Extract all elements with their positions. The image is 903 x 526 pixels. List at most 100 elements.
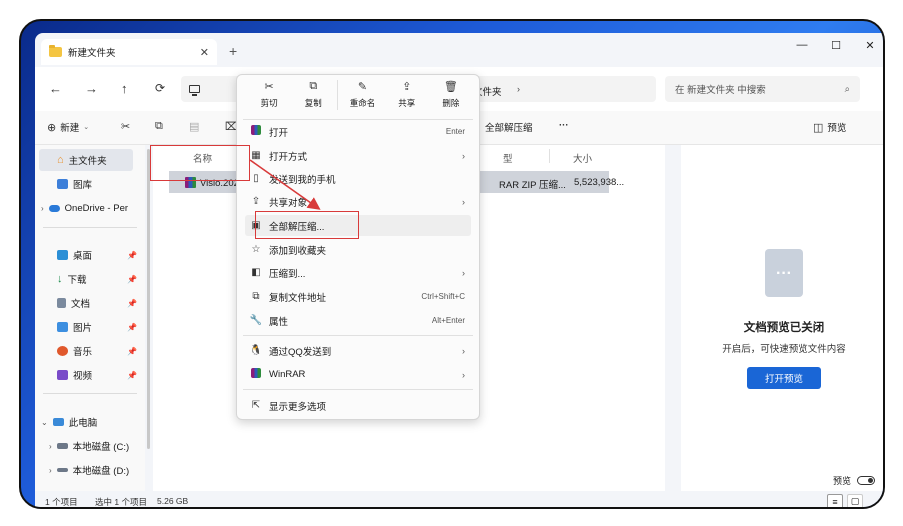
drive-icon [56, 468, 68, 472]
document-icon [57, 298, 66, 308]
expand-chevron-icon[interactable]: › [49, 466, 52, 475]
menu-item-open-with[interactable]: ▦ 打开方式 › [245, 145, 471, 166]
chevron-down-icon: ⌄ [83, 124, 90, 131]
submenu-arrow-icon: › [462, 150, 465, 161]
preview-pane-button[interactable]: ◫ 预览 [813, 120, 846, 135]
new-tab-button[interactable]: + [229, 43, 237, 59]
tab-new-folder[interactable]: 新建文件夹 ✕ [41, 39, 217, 65]
download-icon: ↓ [57, 273, 63, 285]
compress-icon: ◧ [251, 267, 261, 278]
highlight-box-file [150, 145, 250, 181]
drive-icon [56, 443, 68, 449]
expand-chevron-icon[interactable]: › [41, 204, 44, 213]
minimize-button[interactable]: — [785, 33, 819, 57]
delete-action[interactable]: 🗑 删除 [429, 80, 473, 115]
title-bar: 新建文件夹 ✕ + — ☐ ✕ [35, 33, 883, 67]
sidebar-item-desktop[interactable]: 桌面 📌 [35, 244, 145, 266]
preview-toggle[interactable]: 预览 [833, 474, 875, 487]
menu-item-copy-path[interactable]: ⧉ 复制文件地址 Ctrl+Shift+C [245, 286, 471, 307]
music-icon [57, 346, 68, 356]
pin-icon: 📌 [127, 322, 137, 332]
submenu-arrow-icon: › [462, 267, 465, 278]
column-header-size[interactable]: 大小 [573, 151, 592, 165]
cloud-icon [48, 204, 60, 212]
menu-item-winrar[interactable]: WinRAR › [245, 364, 471, 385]
search-icon: ⌕ [844, 83, 850, 95]
column-header-type[interactable]: 型 [503, 151, 513, 165]
gallery-icon [57, 179, 68, 189]
preview-description: 开启后，可快速预览文件内容 [722, 344, 846, 355]
maximize-button[interactable]: ☐ [819, 33, 853, 57]
copy-path-icon: ⧉ [252, 291, 260, 302]
pin-icon: 📌 [127, 370, 137, 380]
menu-item-share[interactable]: ⇪ 共享对象 › [245, 191, 471, 212]
menu-item-send-qq[interactable]: 🐧 通过QQ发送到 › [245, 340, 471, 361]
sidebar-item-documents[interactable]: 文档 📌 [35, 292, 145, 314]
open-with-icon: ▦ [251, 150, 261, 161]
sidebar-item-home[interactable]: ⌂ 主文件夹 [39, 149, 133, 171]
copy-toolbar-icon[interactable]: ⧉ [155, 120, 163, 133]
menu-item-send-to-phone[interactable]: ▯ 发送到我的手机 [245, 168, 471, 189]
submenu-arrow-icon: › [462, 369, 465, 380]
paste-toolbar-icon[interactable]: ▤ [189, 120, 199, 133]
external-link-icon: ⇱ [251, 400, 261, 411]
status-bar: 1 个项目 选中 1 个项目 5.26 GB ≡ ▢ [35, 491, 883, 507]
extract-all-toolbar-button[interactable]: 全部解压缩 [485, 120, 533, 134]
sidebar-item-music[interactable]: 音乐 📌 [35, 340, 145, 362]
tab-close-icon[interactable]: ✕ [200, 46, 209, 59]
rename-action[interactable]: ✎ 重命名 [340, 80, 384, 115]
menu-item-properties[interactable]: 🔧 属性 Alt+Enter [245, 310, 471, 331]
menu-item-compress[interactable]: ◧ 压缩到... › [245, 262, 471, 283]
new-button[interactable]: ⊕ 新建 ⌄ [47, 120, 90, 135]
submenu-arrow-icon: › [462, 196, 465, 207]
sidebar-scrollbar[interactable] [147, 149, 150, 449]
sidebar-item-onedrive[interactable]: › OneDrive - Per [35, 197, 145, 219]
menu-item-more-options[interactable]: ⇱ 显示更多选项 [245, 395, 471, 416]
window-controls: — ☐ ✕ [785, 33, 883, 57]
share-action[interactable]: ⇪ 共享 [385, 80, 429, 115]
extract-all-toolbar-label: 全部解压缩 [485, 123, 533, 134]
rename-icon: ✎ [357, 81, 368, 93]
folder-icon [49, 45, 62, 57]
sidebar-item-downloads[interactable]: ↓ 下载 📌 [35, 268, 145, 290]
sidebar-item-gallery[interactable]: 图库 [35, 173, 145, 195]
collapse-chevron-icon[interactable]: ⌄ [41, 418, 48, 427]
breadcrumb-chevron-icon[interactable]: › [517, 84, 520, 94]
details-view-button[interactable]: ≡ [827, 494, 843, 507]
search-input[interactable]: 在 新建文件夹 中搜索 ⌕ [665, 76, 860, 102]
copy-action[interactable]: ⧉ 复制 [291, 80, 335, 115]
desktop-icon [57, 250, 68, 260]
winrar-icon [249, 125, 263, 138]
cut-action[interactable]: ✂ 剪切 [247, 80, 291, 115]
picture-icon [57, 322, 68, 332]
phone-icon: ▯ [253, 173, 259, 184]
back-button[interactable]: ← [49, 81, 62, 96]
menu-item-add-favorites[interactable]: ☆ 添加到收藏夹 [245, 239, 471, 260]
wrench-icon: 🔧 [249, 315, 263, 326]
refresh-button[interactable]: ⟳ [155, 81, 165, 95]
menu-item-open[interactable]: 打开 Enter [245, 121, 471, 142]
sidebar-item-this-pc[interactable]: ⌄ 此电脑 [35, 411, 145, 433]
toggle-switch[interactable] [857, 476, 875, 485]
tiles-view-button[interactable]: ▢ [847, 494, 863, 507]
video-icon [57, 370, 68, 380]
sidebar-item-disk-c[interactable]: › 本地磁盘 (C:) [35, 435, 145, 457]
sidebar-item-disk-d[interactable]: › 本地磁盘 (D:) [35, 459, 145, 481]
qq-icon: 🐧 [249, 345, 263, 356]
expand-chevron-icon[interactable]: › [49, 442, 52, 451]
copy-icon: ⧉ [309, 80, 318, 92]
cut-toolbar-icon[interactable]: ✂ [121, 120, 130, 133]
pin-icon: 📌 [127, 346, 137, 356]
up-button[interactable]: ↑ [121, 81, 128, 96]
context-menu: ✂ 剪切 ⧉ 复制 ✎ 重命名 ⇪ 共享 🗑 删除 打开 Enter ▦ 打开方… [236, 74, 480, 420]
forward-button[interactable]: → [85, 81, 98, 96]
preview-pane: 文档预览已关闭 开启后，可快速预览文件内容 打开预览 预览 [681, 145, 883, 491]
sidebar-divider [43, 393, 137, 394]
sidebar-item-videos[interactable]: 视频 📌 [35, 364, 145, 386]
open-preview-button[interactable]: 打开预览 [747, 367, 821, 389]
column-divider [549, 149, 550, 163]
more-options-button[interactable]: ··· [559, 120, 569, 131]
sidebar-divider [43, 227, 137, 228]
sidebar-item-pictures[interactable]: 图片 📌 [35, 316, 145, 338]
close-window-button[interactable]: ✕ [853, 33, 883, 57]
